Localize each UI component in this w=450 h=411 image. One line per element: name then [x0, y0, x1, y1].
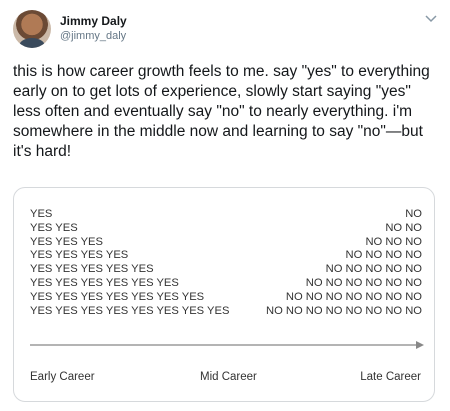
chevron-down-icon[interactable] — [424, 14, 438, 24]
no-text: NO NO — [385, 221, 422, 234]
author-handle[interactable]: @jimmy_daly — [60, 30, 126, 42]
grid-row: YES YES YES YES YES NO NO NO NO NO — [30, 263, 422, 277]
yes-text: YES YES YES YES YES — [30, 263, 154, 276]
tweet: Jimmy Daly @jimmy_daly this is how caree… — [0, 0, 450, 411]
no-text: NO NO NO NO NO NO — [305, 276, 422, 289]
avatar-shirt — [19, 38, 45, 48]
grid-row: YES NO — [30, 208, 422, 222]
grid-row: YES YES YES YES YES YES YES YES NO NO NO… — [30, 305, 422, 319]
yes-text: YES YES YES YES YES YES YES — [30, 290, 205, 303]
yes-text: YES YES YES — [30, 235, 103, 248]
arrow-right-icon — [30, 341, 424, 349]
label-mid-career: Mid Career — [200, 371, 257, 383]
yes-text: YES YES YES YES YES YES YES YES — [30, 304, 230, 317]
grid-row: YES YES YES YES YES YES YES NO NO NO NO … — [30, 291, 422, 305]
no-text: NO NO NO NO NO — [325, 263, 422, 276]
grid-row: YES YES YES YES NO NO NO NO — [30, 249, 422, 263]
no-text: NO NO NO NO NO NO NO — [285, 290, 422, 303]
no-text: NO NO NO NO — [345, 249, 422, 262]
grid-row: YES YES YES YES YES YES NO NO NO NO NO N… — [30, 277, 422, 291]
grid-row: YES YES NO NO — [30, 222, 422, 236]
tweet-text: this is how career growth feels to me. s… — [13, 63, 430, 160]
yes-text: YES YES YES YES — [30, 249, 129, 262]
no-text: NO NO NO NO NO NO NO NO — [265, 304, 422, 317]
label-late-career: Late Career — [360, 371, 421, 383]
author-name[interactable]: Jimmy Daly — [60, 14, 127, 28]
no-text: NO NO NO — [365, 235, 422, 248]
yes-text: YES — [30, 208, 53, 220]
yes-no-grid: YES NO YES YES NO NO YES YES YES NO NO N… — [30, 208, 422, 318]
yes-text: YES YES YES YES YES YES — [30, 276, 179, 289]
avatar[interactable] — [13, 10, 51, 48]
no-text: NO — [405, 208, 422, 220]
image-card[interactable]: YES NO YES YES NO NO YES YES YES NO NO N… — [13, 187, 435, 402]
label-early-career: Early Career — [30, 371, 95, 383]
yes-text: YES YES — [30, 221, 78, 234]
grid-row: YES YES YES NO NO NO — [30, 236, 422, 250]
